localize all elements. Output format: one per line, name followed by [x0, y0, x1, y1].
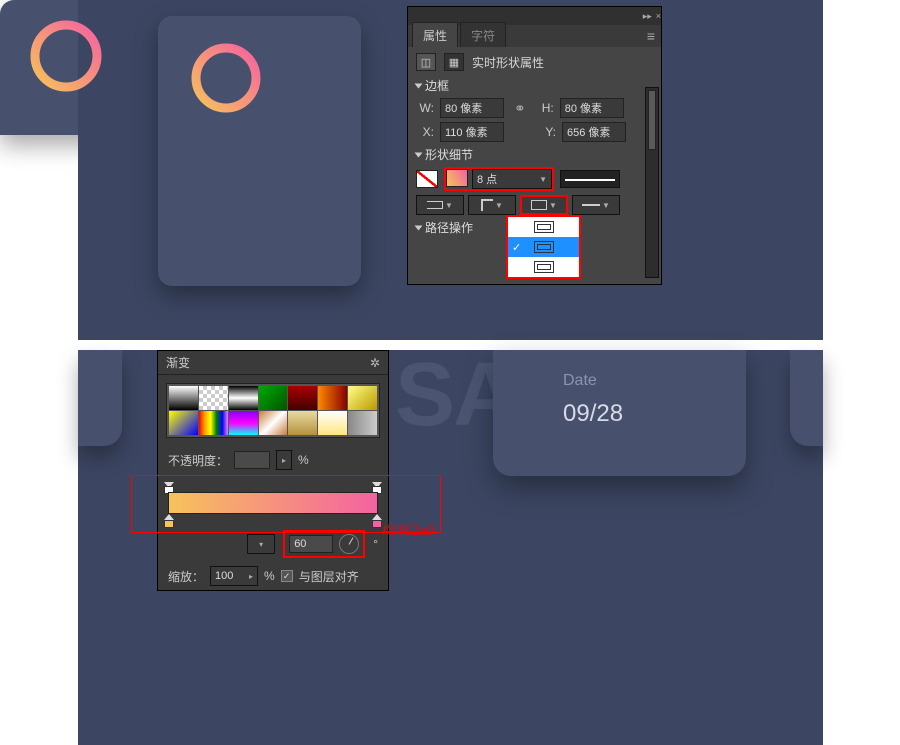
y-input[interactable]: 656 像素 — [562, 122, 626, 142]
gradient-panel: 渐变 ✲ 不透明度： ▸ % ▾ 60 ° 缩放： — [157, 350, 389, 591]
panel-collapse-icon[interactable]: ▸▸ — [643, 11, 652, 22]
properties-title: 实时形状属性 — [472, 54, 544, 71]
section-bbox[interactable]: 边框 — [416, 77, 653, 94]
gradient-preset[interactable] — [259, 386, 288, 410]
disclosure-triangle-icon — [415, 225, 423, 230]
gradient-presets — [166, 383, 380, 438]
x-input[interactable]: 110 像素 — [440, 122, 504, 142]
angle-input[interactable]: 60 — [289, 535, 333, 553]
align-layer-label: 与图层对齐 — [299, 568, 359, 585]
gradient-panel-header[interactable]: 渐变 ✲ — [158, 351, 388, 375]
height-label: H: — [536, 101, 554, 115]
angle-field-highlight: 60 — [283, 530, 365, 558]
panel-menu-icon[interactable]: ≡ — [647, 28, 655, 44]
align-option-center[interactable] — [508, 237, 579, 257]
scale-unit: % — [264, 569, 275, 583]
stroke-group-highlight: 8 点 ▼ — [444, 167, 554, 191]
gradient-ring-shape-bottom — [28, 18, 100, 90]
gradient-type-combo[interactable]: ▾ — [247, 534, 275, 554]
gradient-preset[interactable] — [348, 411, 377, 435]
properties-panel: ▸▸ × 属性 字符 ≡ ◫ ▦ 实时形状属性 边框 W: 80 像素 — [407, 6, 662, 285]
gradient-preset[interactable] — [229, 386, 258, 410]
chevron-down-icon: ▼ — [549, 201, 557, 210]
shape-live-icon[interactable]: ▦ — [444, 53, 464, 71]
gradient-preset[interactable] — [318, 386, 347, 410]
stroke-align-combo[interactable]: ▼ — [520, 195, 568, 215]
gear-icon[interactable]: ✲ — [370, 356, 380, 370]
gradient-ring-shape — [190, 42, 262, 114]
x-label: X: — [416, 125, 434, 139]
card-peek-left — [78, 350, 122, 446]
card-peek-right — [790, 350, 823, 446]
opacity-unit: % — [298, 453, 309, 467]
gradient-preset[interactable] — [288, 386, 317, 410]
panel-scroll-thumb[interactable] — [648, 90, 656, 150]
angle-dial[interactable] — [339, 534, 359, 554]
section-bbox-label: 边框 — [425, 77, 449, 94]
chevron-down-icon: ▼ — [445, 201, 453, 210]
stroke-width-combo[interactable]: 8 点 ▼ — [472, 169, 552, 189]
chevron-down-icon: ▸ — [249, 572, 253, 581]
align-option-inner[interactable] — [508, 257, 579, 277]
tab-character[interactable]: 字符 — [460, 22, 506, 47]
date-value: 09/28 — [563, 400, 623, 428]
gradient-preset[interactable] — [199, 386, 228, 410]
width-input[interactable]: 80 像素 — [440, 98, 504, 118]
gradient-preset[interactable] — [288, 411, 317, 435]
scale-label: 缩放： — [168, 568, 204, 585]
width-label: W: — [416, 101, 434, 115]
align-layer-checkbox[interactable]: ✓ — [281, 570, 293, 582]
chevron-down-icon: ▼ — [539, 175, 547, 184]
y-label: Y: — [538, 125, 556, 139]
date-card: Date 09/28 — [493, 350, 746, 476]
stroke-width-value: 8 点 — [477, 171, 497, 187]
stroke-style-preview[interactable] — [560, 170, 620, 188]
align-option-outer[interactable] — [508, 217, 579, 237]
gradient-preset[interactable] — [318, 411, 347, 435]
gradient-bar[interactable] — [168, 492, 378, 514]
color-stop-right[interactable] — [372, 514, 382, 528]
gradient-preset[interactable] — [169, 386, 198, 410]
opacity-label: 不透明度： — [168, 452, 228, 469]
opacity-stop-left[interactable] — [164, 482, 174, 492]
corner-style-combo[interactable]: ▼ — [468, 195, 516, 215]
gradient-preset[interactable] — [259, 411, 288, 435]
link-wh-icon[interactable]: ⚭ — [510, 100, 530, 117]
scale-value: 100 — [215, 570, 233, 582]
tab-properties[interactable]: 属性 — [412, 22, 458, 47]
panel-tabs: 属性 字符 ≡ — [408, 25, 661, 47]
gradient-preset[interactable] — [169, 411, 198, 435]
opacity-input[interactable] — [234, 451, 270, 469]
annotation-hex-text: #f462a0 — [382, 522, 434, 540]
color-stop-left[interactable] — [164, 514, 174, 528]
stroke-swatch[interactable] — [446, 169, 468, 187]
chevron-down-icon: ▼ — [602, 201, 610, 210]
disclosure-triangle-icon — [415, 83, 423, 88]
section-shape-detail[interactable]: 形状细节 — [416, 146, 653, 163]
gradient-preset[interactable] — [199, 411, 228, 435]
panel-scrollbar[interactable] — [645, 87, 659, 278]
disclosure-triangle-icon — [415, 152, 423, 157]
fill-swatch[interactable] — [416, 170, 438, 188]
gradient-preset[interactable] — [229, 411, 258, 435]
gradient-preset[interactable] — [348, 386, 377, 410]
opacity-stop-right[interactable] — [372, 482, 382, 492]
panel-close-icon[interactable]: × — [656, 11, 661, 21]
section-pathops-label: 路径操作 — [425, 219, 473, 236]
shape-mask-icon[interactable]: ◫ — [416, 53, 436, 71]
height-input[interactable]: 80 像素 — [560, 98, 624, 118]
opacity-stepper[interactable]: ▸ — [276, 450, 292, 470]
degree-unit: ° — [373, 537, 378, 551]
dash-style-combo[interactable]: ▼ — [572, 195, 620, 215]
gradient-panel-title: 渐变 — [166, 354, 190, 371]
gradient-editor[interactable] — [168, 478, 378, 522]
date-label: Date — [563, 372, 597, 390]
stroke-align-dropdown — [506, 215, 581, 279]
chevron-down-icon: ▼ — [495, 201, 503, 210]
cap-style-combo[interactable]: ▼ — [416, 195, 464, 215]
scale-combo[interactable]: 100 ▸ — [210, 566, 258, 586]
section-shape-detail-label: 形状细节 — [425, 146, 473, 163]
preview-card-top — [158, 16, 361, 286]
